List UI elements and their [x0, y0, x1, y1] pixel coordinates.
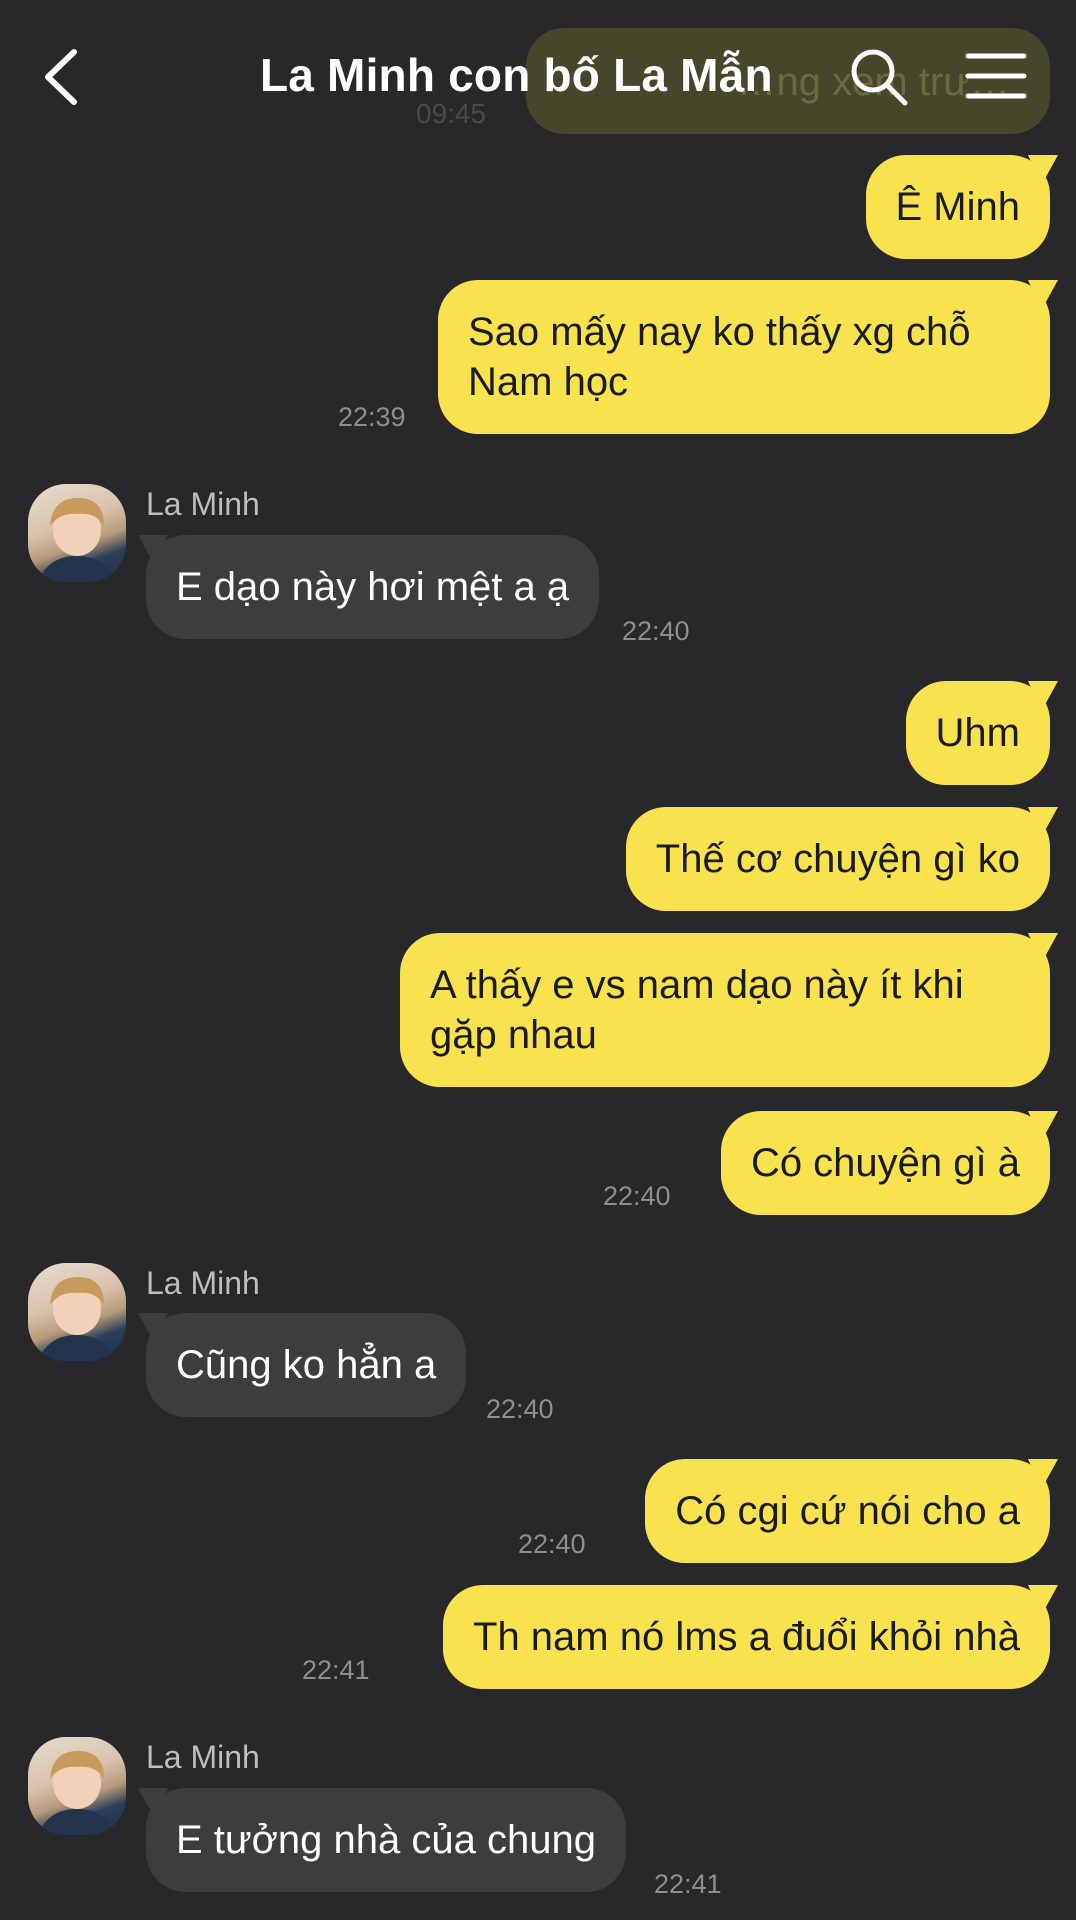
message-time: 22:41 — [302, 1655, 370, 1685]
chat-screen: …ng xem trư… 09:45 La Minh con bố La Mẫn… — [0, 0, 1076, 1920]
search-icon — [851, 49, 908, 106]
message-text: Thế cơ chuyện gì ko — [655, 837, 1020, 881]
message-text: Th nam nó lms a đuổi khỏi nhà — [473, 1615, 1020, 1659]
outgoing-message[interactable]: Th nam nó lms a đuổi khỏi nhà — [443, 1585, 1050, 1689]
message-time: 22:40 — [486, 1394, 554, 1424]
outgoing-message[interactable]: Có chuyện gì à — [720, 1111, 1050, 1215]
sender-name: La Minh — [146, 1739, 260, 1775]
message-time: 22:40 — [518, 1529, 586, 1559]
outgoing-message[interactable]: Thế cơ chuyện gì ko — [625, 807, 1050, 911]
outgoing-message[interactable]: Có cgi cứ nói cho a — [645, 1459, 1050, 1563]
message-text: Uhm — [935, 711, 1020, 755]
message-time: 22:39 — [338, 402, 406, 432]
incoming-message[interactable]: Cũng ko hẳn a — [146, 1313, 467, 1417]
avatar-image — [38, 1277, 116, 1361]
outgoing-message[interactable]: Ê Minh — [865, 155, 1050, 259]
message-text: Sao mấy nay ko thấy xg chỗ Nam học — [468, 310, 971, 404]
message-time: 22:40 — [622, 616, 690, 646]
message-text: E tưởng nhà của chung — [176, 1818, 596, 1862]
avatar[interactable] — [28, 1263, 126, 1361]
chat-header: La Minh con bố La Mẫn — [0, 0, 1076, 160]
incoming-message[interactable]: E dạo này hơi mệt a ạ — [146, 535, 600, 639]
sender-name: La Minh — [146, 486, 260, 522]
message-text: A thấy e vs nam dạo này ít khi gặp nhau — [430, 963, 964, 1057]
message-text: Có cgi cứ nói cho a — [675, 1489, 1020, 1533]
avatar-image — [38, 1751, 116, 1835]
avatar[interactable] — [28, 1737, 126, 1835]
chat-title: La Minh con bố La Mẫn — [260, 49, 773, 101]
menu-button[interactable] — [964, 50, 1028, 102]
outgoing-message[interactable]: Uhm — [905, 681, 1050, 785]
chevron-left-icon — [45, 49, 77, 105]
hamburger-menu-icon — [965, 53, 1027, 99]
back-button[interactable] — [34, 42, 94, 112]
message-time: 22:41 — [654, 1869, 722, 1899]
message-text: Cũng ko hẳn a — [176, 1343, 437, 1387]
incoming-message[interactable]: E tưởng nhà của chung — [146, 1788, 626, 1892]
message-text: Ê Minh — [895, 185, 1021, 229]
avatar-image — [38, 498, 116, 582]
sender-name: La Minh — [146, 1265, 260, 1301]
search-button[interactable] — [848, 46, 910, 108]
avatar[interactable] — [28, 484, 126, 582]
message-text: Có chuyện gì à — [750, 1141, 1020, 1185]
message-text: E dạo này hơi mệt a ạ — [176, 565, 570, 609]
outgoing-message[interactable]: A thấy e vs nam dạo này ít khi gặp nhau — [400, 933, 1050, 1087]
message-time: 22:40 — [603, 1181, 671, 1211]
outgoing-message[interactable]: Sao mấy nay ko thấy xg chỗ Nam học — [438, 280, 1050, 434]
